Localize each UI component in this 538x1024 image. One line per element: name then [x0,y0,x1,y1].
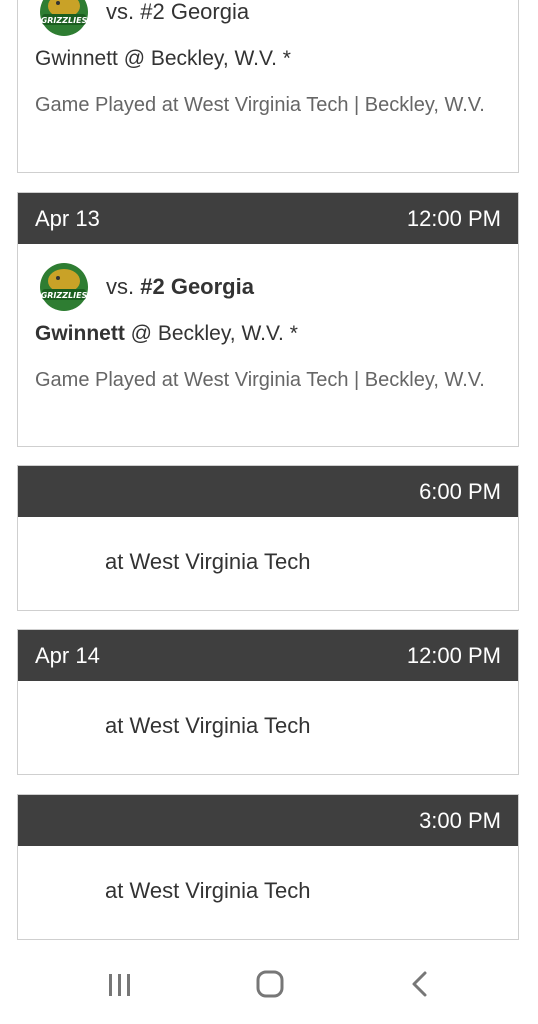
opponent-text: vs. #2 Georgia [106,274,254,299]
game-card[interactable]: Apr 14 12:00 PM at West Virginia Tech [17,629,519,775]
game-card[interactable]: 3:00 PM at West Virginia Tech [17,794,519,940]
opponent-text: vs. #2 Georgia [106,0,250,24]
opponent-row: GRIZZLIES vs. #2 Georgia [18,0,518,39]
game-card-header: Apr 13 12:00 PM [18,193,518,244]
schedule-viewport: GRIZZLIES vs. #2 Georgia Gwinnett @ Beck… [0,0,538,1024]
game-location: at West Virginia Tech [105,549,311,574]
svg-text:GRIZZLIES: GRIZZLIES [41,291,88,300]
game-card[interactable]: Apr 13 12:00 PM GRIZZLIES vs. #2 Georgia… [17,192,519,447]
game-note: Game Played at West Virginia Tech | Beck… [35,94,485,116]
game-card-header: Apr 14 12:00 PM [18,630,518,681]
opponent-row: GRIZZLIES vs. #2 Georgia [18,260,518,314]
venue-line: Gwinnett @ Beckley, W.V. * [35,322,298,345]
game-card-header: 6:00 PM [18,466,518,517]
game-date: Apr 14 [35,642,100,668]
svg-text:GRIZZLIES: GRIZZLIES [41,16,88,25]
game-card[interactable]: GRIZZLIES vs. #2 Georgia Gwinnett @ Beck… [17,0,519,173]
game-location: at West Virginia Tech [105,878,311,903]
game-time: 3:00 PM [419,807,501,833]
game-time: 12:00 PM [406,205,501,231]
game-time: 6:00 PM [419,478,501,504]
game-date: Apr 13 [35,205,100,231]
recent-apps-icon[interactable] [100,964,140,1004]
game-time: 12:00 PM [406,642,501,668]
grizzlies-logo-icon: GRIZZLIES [40,0,88,36]
system-nav-bar [0,944,538,1024]
grizzlies-logo-icon: GRIZZLIES [40,263,88,311]
game-card[interactable]: 6:00 PM at West Virginia Tech [17,465,519,611]
venue-line: Gwinnett @ Beckley, W.V. * [35,47,291,70]
game-card-header: 3:00 PM [18,795,518,846]
game-location: at West Virginia Tech [105,713,311,738]
back-icon[interactable] [400,964,440,1004]
game-note: Game Played at West Virginia Tech | Beck… [35,369,485,391]
home-icon[interactable] [250,964,290,1004]
